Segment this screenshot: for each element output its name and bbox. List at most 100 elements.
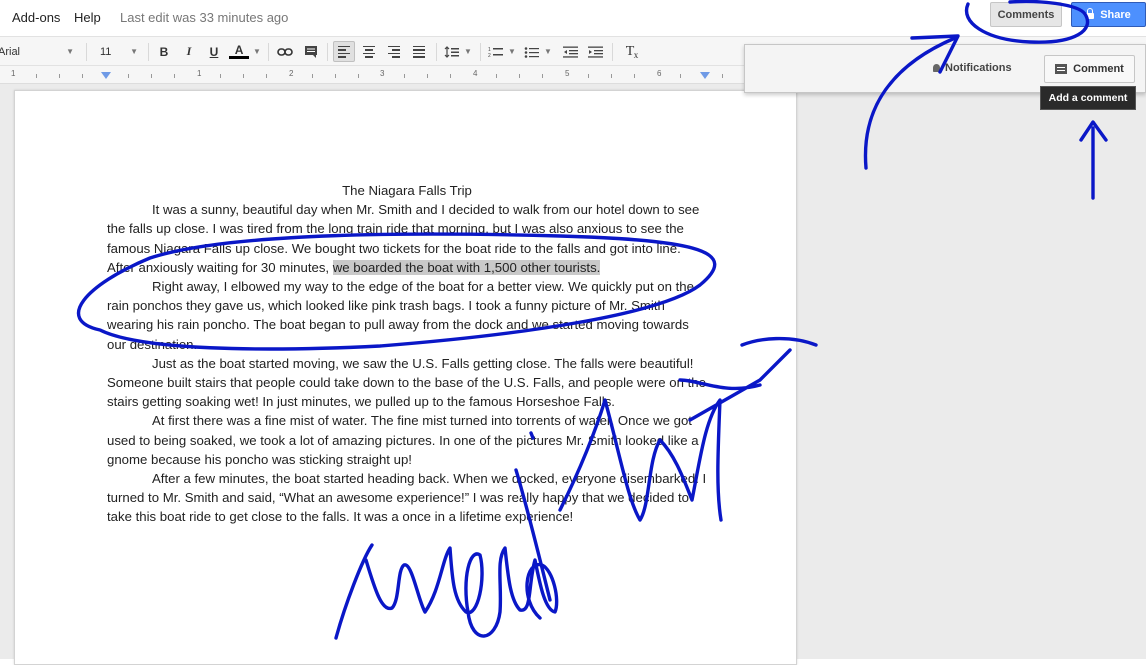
ruler-tick (128, 74, 129, 78)
comment-icon (305, 46, 317, 58)
bulleted-list-icon (524, 46, 540, 58)
align-center-icon (363, 45, 375, 58)
document-page[interactable]: The Niagara Falls Trip It was a sunny, b… (14, 90, 797, 665)
ruler-tick (611, 74, 612, 78)
document-canvas: The Niagara Falls Trip It was a sunny, b… (0, 84, 1146, 665)
align-center-button[interactable] (358, 41, 380, 62)
comment-icon (1055, 64, 1068, 74)
bulleted-list-button[interactable]: ▼ (522, 41, 554, 62)
last-edit-status[interactable]: Last edit was 33 minutes ago (120, 10, 288, 25)
chevron-down-icon: ▼ (544, 47, 552, 56)
ruler-tick (722, 74, 723, 78)
align-left-icon (338, 45, 350, 58)
right-indent-marker[interactable] (700, 72, 710, 79)
ruler-tick (59, 74, 60, 78)
align-justify-icon (413, 45, 425, 58)
ruler-tick (634, 74, 635, 78)
ruler-tick (680, 74, 681, 78)
underline-button[interactable]: U (205, 41, 223, 62)
text-color-button[interactable]: A ▼ (228, 41, 262, 62)
numbered-list-icon: 12 (488, 47, 504, 58)
ruler-tick (151, 74, 152, 78)
toolbar-divider (327, 43, 328, 61)
paragraph-4: At first there was a fine mist of water.… (107, 413, 699, 467)
ruler-tick (496, 74, 497, 78)
ruler-number: 3 (380, 69, 385, 78)
ruler-tick (542, 74, 543, 78)
ruler-tick (335, 74, 336, 78)
toolbar-divider (148, 43, 149, 61)
line-spacing-button[interactable]: ▼ (442, 41, 474, 62)
notifications-label: Notifications (945, 62, 1012, 74)
chevron-down-icon: ▼ (464, 47, 472, 56)
document-title: The Niagara Falls Trip (342, 183, 472, 198)
align-justify-button[interactable] (408, 41, 430, 62)
ruler-tick (427, 74, 428, 78)
align-right-button[interactable] (383, 41, 405, 62)
decrease-indent-button[interactable] (560, 41, 580, 62)
toolbar-divider (436, 43, 437, 61)
ruler-number: 4 (473, 69, 478, 78)
ruler-number: 2 (289, 69, 294, 78)
insert-link-button[interactable] (274, 41, 296, 62)
font-family-value: Arial (0, 45, 21, 58)
chevron-down-icon: ▼ (253, 47, 261, 56)
notifications-button[interactable]: Notifications (933, 62, 1012, 74)
menu-addons[interactable]: Add-ons (12, 10, 60, 25)
text-color-swatch (229, 56, 250, 59)
line-spacing-icon (444, 45, 460, 58)
paragraph-5: After a few minutes, the boat started he… (107, 471, 707, 525)
comments-button[interactable]: Comments (990, 2, 1062, 27)
ruler-tick (174, 74, 175, 78)
left-indent-marker[interactable] (101, 72, 111, 79)
ruler-tick (312, 74, 313, 78)
paragraph-3: Just as the boat started moving, we saw … (107, 355, 706, 410)
ruler-tick (519, 74, 520, 78)
increase-indent-icon (587, 46, 603, 58)
toolbar-divider (86, 43, 87, 61)
highlighted-text[interactable]: we boarded the boat with 1,500 other tou… (332, 259, 601, 275)
add-comment-label: Comment (1073, 63, 1124, 75)
font-size-value: 11 (100, 45, 112, 58)
document-body[interactable]: The Niagara Falls Trip It was a sunny, b… (107, 181, 707, 527)
ruler-tick (82, 74, 83, 78)
ruler-tick (220, 74, 221, 78)
horizontal-ruler[interactable]: 1 1 2 3 4 5 6 (0, 66, 745, 84)
ruler-tick (243, 74, 244, 78)
paragraph-1: It was a sunny, beautiful day when Mr. S… (107, 200, 707, 277)
chevron-down-icon: ▼ (66, 47, 74, 56)
font-family-select[interactable]: Arial ▼ (0, 41, 78, 62)
ruler-number: 6 (657, 69, 662, 78)
align-left-button[interactable] (333, 41, 355, 62)
font-size-select[interactable]: 11 ▼ (96, 41, 142, 62)
link-icon (277, 47, 293, 56)
numbered-list-button[interactable]: 12 ▼ (486, 41, 518, 62)
toolbar-divider (612, 43, 613, 61)
ruler-tick (588, 74, 589, 78)
ruler-number: 5 (565, 69, 570, 78)
share-button[interactable]: Share (1071, 2, 1146, 27)
lock-icon (1086, 8, 1095, 19)
ruler-tick (404, 74, 405, 78)
svg-text:2: 2 (488, 53, 491, 58)
ruler-number: 1 (11, 69, 16, 78)
share-label: Share (1100, 8, 1131, 21)
ruler-tick (358, 74, 359, 78)
chevron-down-icon: ▼ (130, 47, 138, 56)
menu-help[interactable]: Help (74, 10, 101, 25)
bold-button[interactable]: B (155, 41, 173, 62)
align-right-icon (388, 45, 400, 58)
toolbar-divider (268, 43, 269, 61)
add-comment-button[interactable]: Comment (1044, 55, 1135, 83)
chevron-down-icon: ▼ (508, 47, 516, 56)
decrease-indent-icon (562, 46, 578, 58)
italic-button[interactable]: I (180, 41, 198, 62)
clear-formatting-button[interactable]: Tx (620, 41, 640, 62)
insert-comment-button[interactable] (300, 41, 322, 62)
paragraph-2: Right away, I elbowed my way to the edge… (107, 279, 694, 352)
menu-bar: Add-ons Help Last edit was 33 minutes ag… (0, 0, 1146, 36)
ruler-number: 1 (197, 69, 202, 78)
add-comment-tooltip: Add a comment (1040, 86, 1136, 110)
ruler-tick (36, 74, 37, 78)
increase-indent-button[interactable] (585, 41, 605, 62)
